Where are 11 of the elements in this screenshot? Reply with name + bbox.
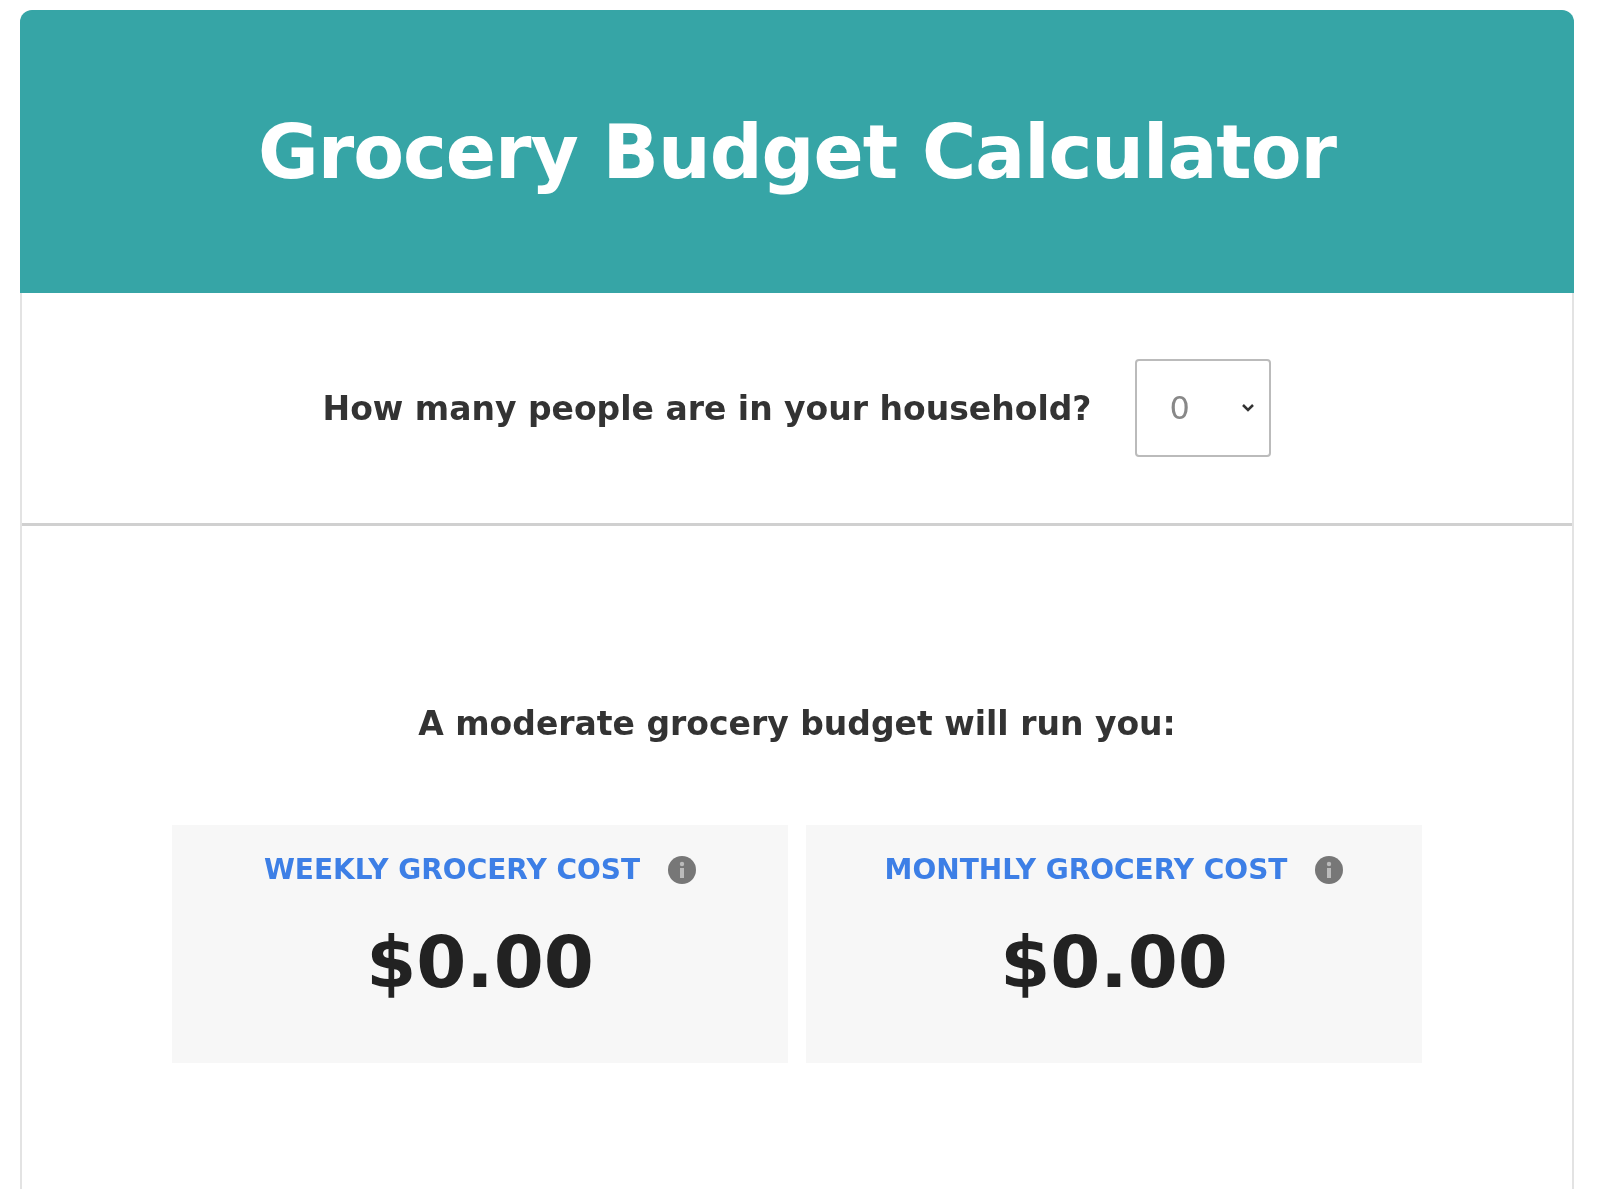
household-question: How many people are in your household? <box>322 388 1092 428</box>
calculator-title: Grocery Budget Calculator <box>257 108 1337 195</box>
info-icon[interactable] <box>1315 855 1344 884</box>
info-icon[interactable] <box>668 855 696 884</box>
cost-label: MONTHLY GROCERY COST <box>884 853 1288 886</box>
chevron-down-icon <box>1241 403 1256 413</box>
cost-amount: $0.00 <box>1000 920 1228 1004</box>
household-size-dropdown[interactable]: 0 <box>1135 359 1272 457</box>
cost-amount: $0.00 <box>366 920 594 1004</box>
result-intro: A moderate grocery budget will run you: <box>418 704 1176 743</box>
cost-label: WEEKLY GROCERY COST <box>264 853 640 886</box>
